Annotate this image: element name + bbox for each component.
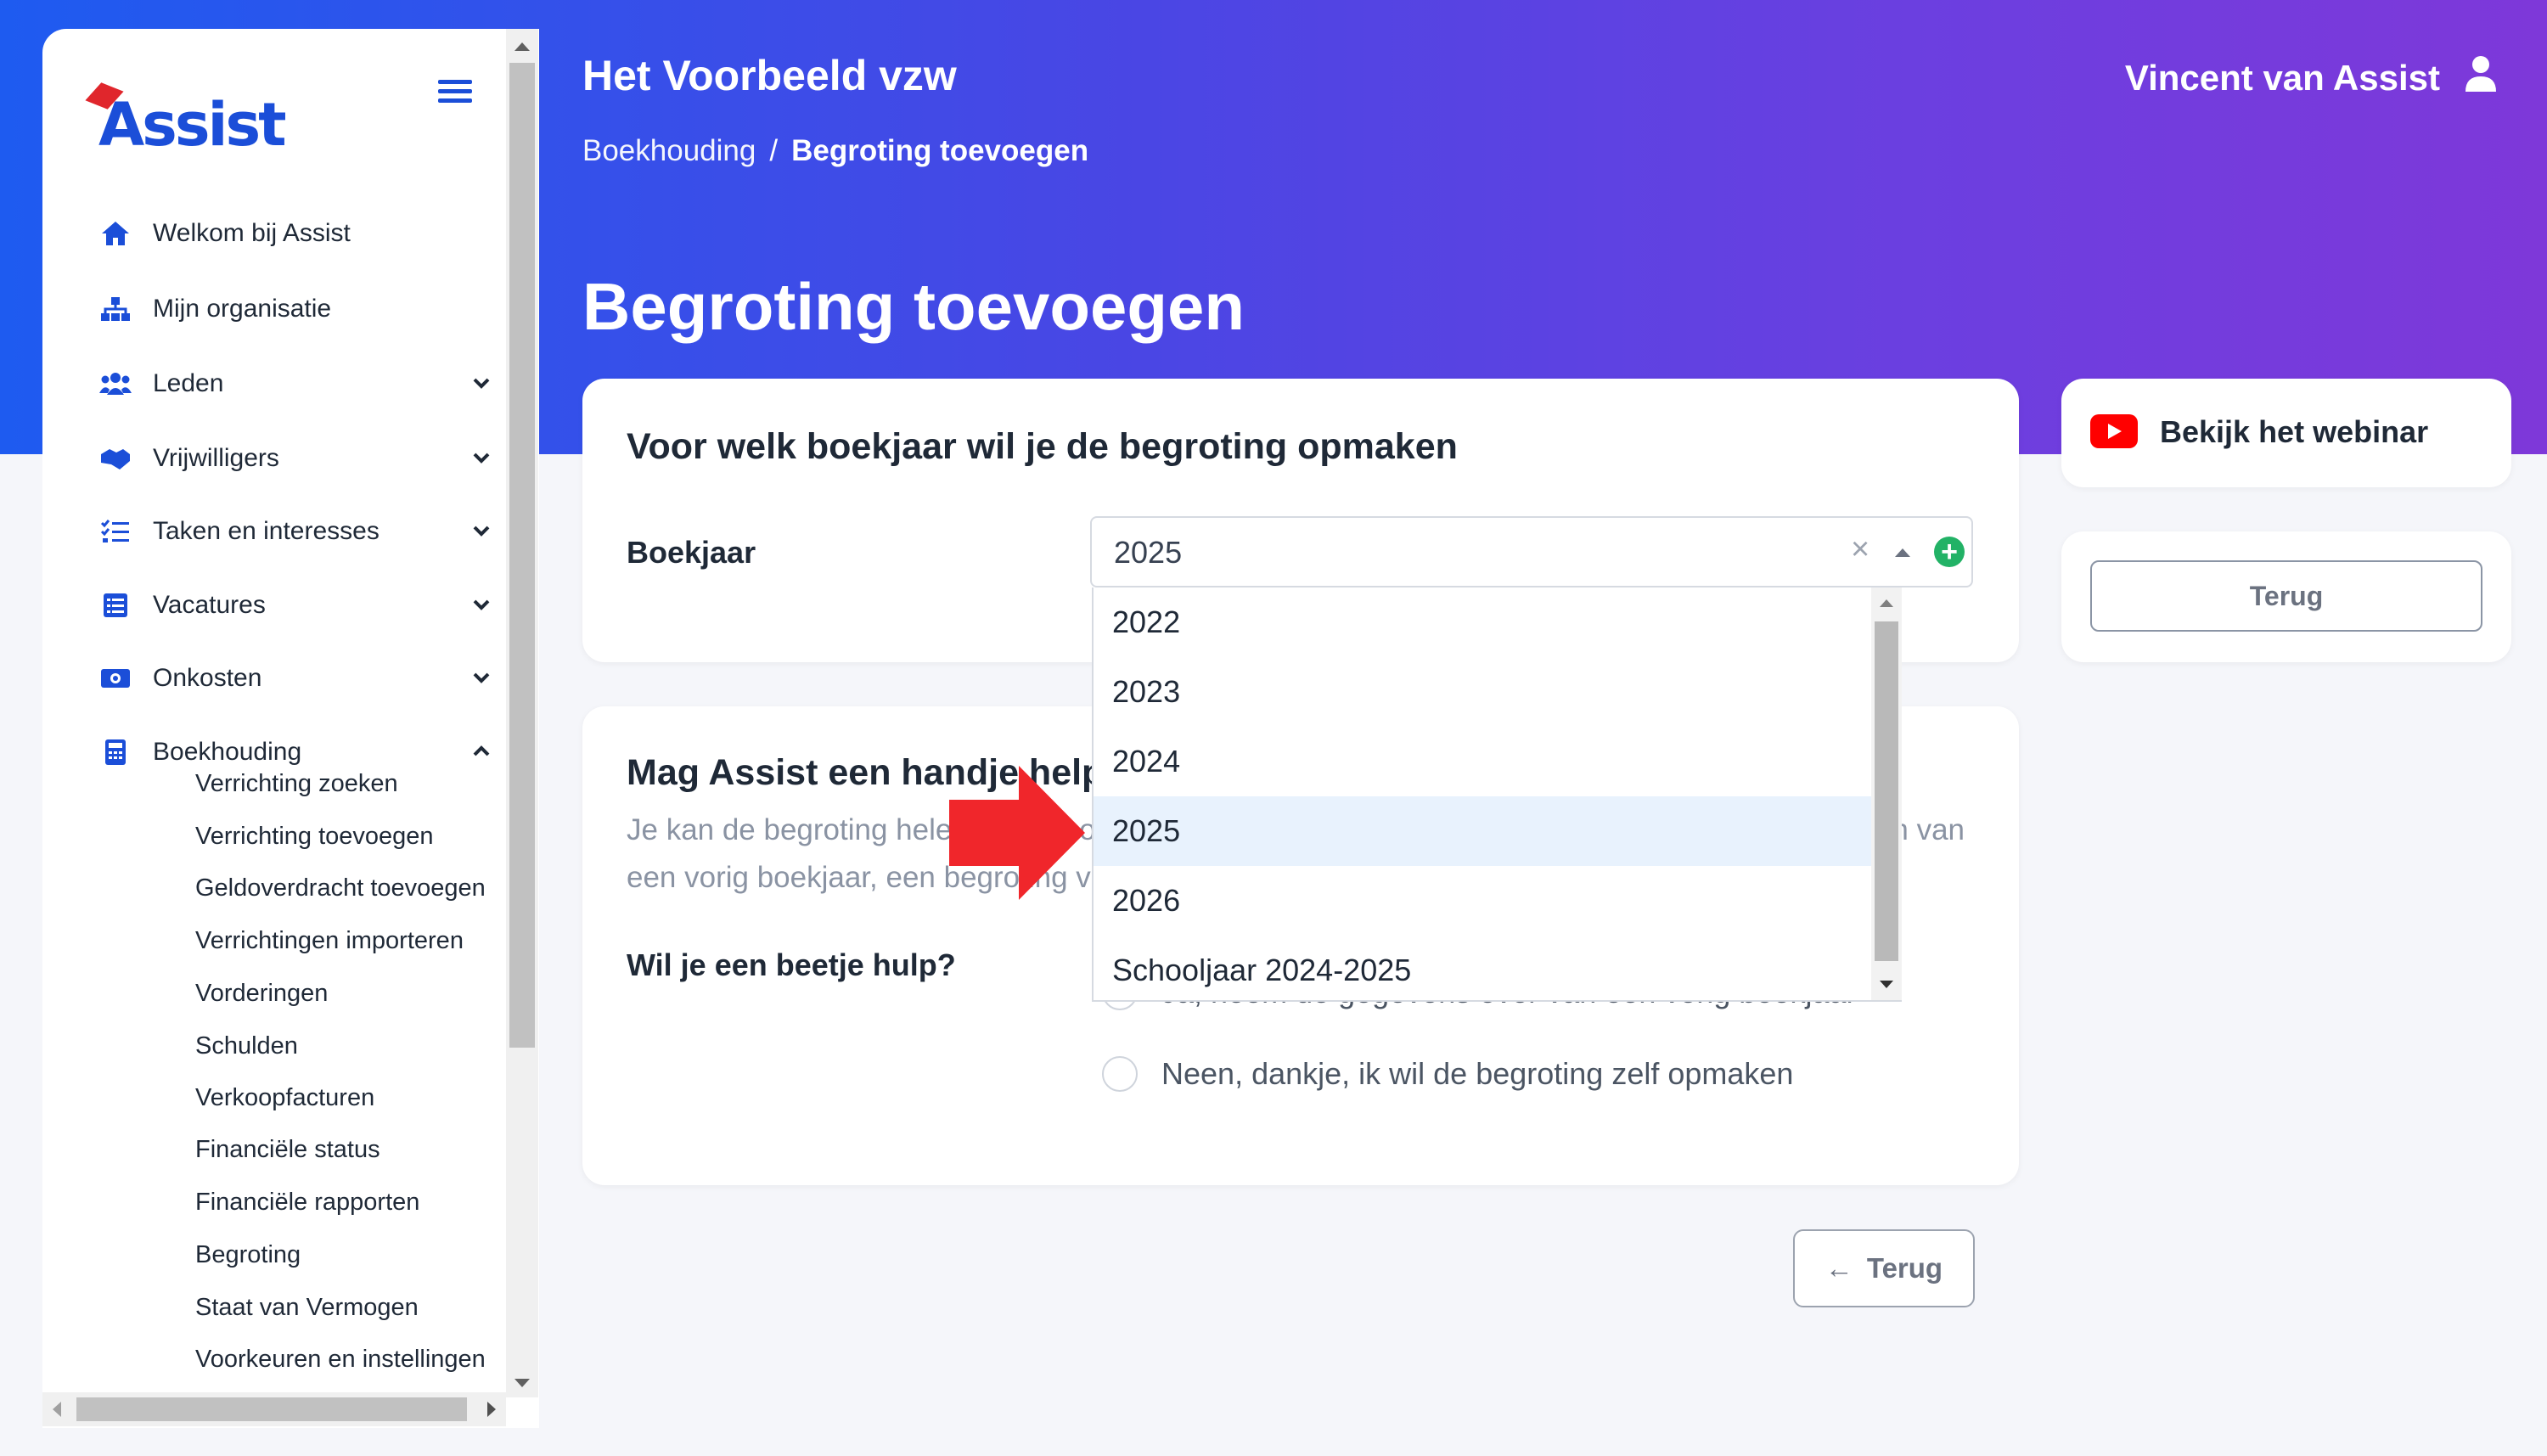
sidebar-subitem-voorkeuren[interactable]: Voorkeuren en instellingen xyxy=(195,1341,486,1378)
chevron-down-icon xyxy=(473,526,490,537)
sidebar-item-taken[interactable]: Taken en interesses xyxy=(98,506,531,557)
card-title: Mag Assist een handje helpen? xyxy=(627,752,1169,793)
chevron-down-icon xyxy=(473,672,490,683)
sidebar-item-label: Taken en interesses xyxy=(153,517,380,545)
webinar-card[interactable]: Bekijk het webinar xyxy=(2061,379,2511,487)
help-question: Wil je een beetje hulp? xyxy=(627,947,956,982)
breadcrumb: Boekhouding / Begroting toevoegen xyxy=(582,134,1088,168)
users-icon xyxy=(98,367,132,401)
youtube-icon xyxy=(2090,414,2138,448)
dropdown-option[interactable]: Schooljaar 2024-2025 xyxy=(1094,936,1871,1005)
sidebar-subitem-verrichtingen-importeren[interactable]: Verrichtingen importeren xyxy=(195,922,464,959)
breadcrumb-current: Begroting toevoegen xyxy=(791,134,1089,167)
back-button-secondary[interactable]: Terug xyxy=(2090,560,2482,632)
sidebar-item-label: Vacatures xyxy=(153,591,266,619)
select-value: 2025 xyxy=(1114,535,1183,570)
money-icon xyxy=(98,661,132,695)
boekjaar-label: Boekjaar xyxy=(627,535,756,570)
boekjaar-dropdown-list: 2022 2023 2024 2025 2026 Schooljaar 2024… xyxy=(1092,587,1902,1002)
dropdown-option[interactable]: 2024 xyxy=(1094,727,1871,796)
sidebar-vertical-scrollbar[interactable] xyxy=(506,29,538,1397)
arrow-left-icon: ← xyxy=(1825,1252,1853,1284)
sidebar-item-label: Vrijwilligers xyxy=(153,444,279,472)
user-icon xyxy=(2464,54,2498,102)
radio-option-self[interactable]: Neen, dankje, ik wil de begroting zelf o… xyxy=(1102,1056,1793,1092)
boekjaar-select[interactable]: 2025 × + xyxy=(1090,516,1973,587)
org-chart-icon xyxy=(98,292,132,326)
chevron-up-icon xyxy=(473,745,490,756)
sidebar-item-onkosten[interactable]: Onkosten xyxy=(98,653,531,704)
calculator-icon xyxy=(98,735,132,769)
sidebar-item-label: Welkom bij Assist xyxy=(153,219,351,247)
sidebar-subitem-begroting[interactable]: Begroting xyxy=(195,1236,301,1273)
scroll-up-icon[interactable] xyxy=(1880,599,1893,607)
dropdown-scrollbar[interactable] xyxy=(1871,587,1902,1000)
user-name: Vincent van Assist xyxy=(2124,58,2440,98)
home-icon xyxy=(98,216,132,250)
sidebar-item-leden[interactable]: Leden xyxy=(98,358,531,409)
sidebar-subitem-verkoopfacturen[interactable]: Verkoopfacturen xyxy=(195,1079,374,1116)
menu-toggle-icon[interactable] xyxy=(438,76,472,105)
sidebar-item-welkom[interactable]: Welkom bij Assist xyxy=(98,208,531,259)
scrollbar-thumb[interactable] xyxy=(76,1397,467,1421)
sidebar-subitem-financiele-rapporten[interactable]: Financiële rapporten xyxy=(195,1183,419,1221)
sidebar-item-label: Onkosten xyxy=(153,664,262,692)
chevron-down-icon xyxy=(473,599,490,610)
handshake-icon xyxy=(98,441,132,475)
sidebar: Assist Welkom bij Assist Mijn organisati… xyxy=(42,29,539,1428)
caret-up-icon[interactable] xyxy=(1895,548,1910,557)
sidebar-item-label: Leden xyxy=(153,369,224,397)
sidebar-horizontal-scrollbar[interactable] xyxy=(42,1392,506,1426)
scroll-left-icon[interactable] xyxy=(53,1402,61,1417)
sidebar-subitem-financiele-status[interactable]: Financiële status xyxy=(195,1131,380,1168)
sidebar-item-label: Boekhouding xyxy=(153,738,302,766)
user-menu[interactable]: Vincent van Assist xyxy=(2125,54,2498,102)
sidebar-subitem-verrichting-toevoegen[interactable]: Verrichting toevoegen xyxy=(195,818,434,855)
dropdown-option-selected[interactable]: 2025 xyxy=(1094,796,1871,866)
sidebar-item-label: Mijn organisatie xyxy=(153,295,332,323)
scrollbar-thumb[interactable] xyxy=(509,63,535,1048)
scrollbar-thumb[interactable] xyxy=(1875,621,1898,961)
assist-logo[interactable]: Assist xyxy=(85,65,311,160)
red-arrow-annotation xyxy=(949,766,1085,900)
sidebar-subitem-schulden[interactable]: Schulden xyxy=(195,1027,298,1065)
breadcrumb-boekhouding[interactable]: Boekhouding xyxy=(582,134,756,168)
back-button-label: Terug xyxy=(1866,1252,1943,1284)
scroll-down-icon[interactable] xyxy=(514,1379,530,1387)
checklist-icon xyxy=(98,514,132,548)
sidebar-subitem-vorderingen[interactable]: Vorderingen xyxy=(195,975,328,1012)
sidebar-subitem-geldoverdracht[interactable]: Geldoverdracht toevoegen xyxy=(195,869,486,907)
scroll-up-icon[interactable] xyxy=(514,42,530,51)
chevron-down-icon xyxy=(473,378,490,389)
scroll-right-icon[interactable] xyxy=(487,1402,496,1417)
page-title: Begroting toevoegen xyxy=(582,269,1245,344)
sidebar-subitem-verrichting-zoeken[interactable]: Verrichting zoeken xyxy=(195,765,398,802)
webinar-label: Bekijk het webinar xyxy=(2160,414,2429,449)
breadcrumb-separator: / xyxy=(769,134,779,167)
radio-label: Neen, dankje, ik wil de begroting zelf o… xyxy=(1161,1056,1794,1091)
organization-name: Het Voorbeeld vzw xyxy=(582,52,957,99)
radio-button[interactable] xyxy=(1102,1056,1138,1092)
clear-icon[interactable]: × xyxy=(1851,531,1869,568)
scroll-down-icon[interactable] xyxy=(1880,981,1893,988)
back-button[interactable]: ← Terug xyxy=(1793,1229,1975,1307)
dropdown-option[interactable]: 2023 xyxy=(1094,657,1871,727)
logo-text: Assist xyxy=(98,90,287,160)
dropdown-option[interactable]: 2026 xyxy=(1094,866,1871,936)
card-title: Voor welk boekjaar wil je de begroting o… xyxy=(627,426,1458,467)
sidebar-item-organisatie[interactable]: Mijn organisatie xyxy=(98,284,531,334)
chevron-down-icon xyxy=(473,453,490,464)
dropdown-option[interactable]: 2022 xyxy=(1094,587,1871,657)
add-icon[interactable]: + xyxy=(1934,537,1965,567)
sidebar-item-vacatures[interactable]: Vacatures xyxy=(98,580,531,631)
sidebar-subitem-staat-van-vermogen[interactable]: Staat van Vermogen xyxy=(195,1289,419,1326)
sidebar-item-vrijwilligers[interactable]: Vrijwilligers xyxy=(98,433,531,484)
list-icon xyxy=(98,588,132,622)
back-card: Terug xyxy=(2061,531,2511,662)
